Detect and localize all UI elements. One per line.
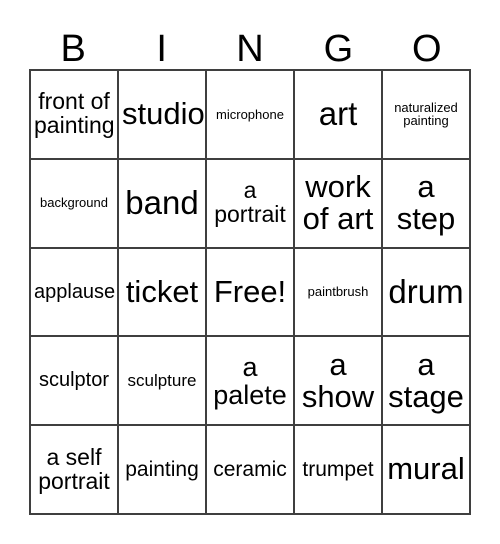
bingo-cell-label: studio [122, 96, 205, 132]
bingo-cell-label: naturalized painting [394, 99, 458, 129]
bingo-cell-label: band [125, 184, 199, 222]
bingo-cell-b5[interactable]: a self portrait [31, 426, 119, 515]
bingo-cell-i4[interactable]: sculpture [119, 337, 207, 427]
bingo-cell-g5[interactable]: trumpet [295, 426, 383, 515]
bingo-cell-n4[interactable]: a palete [207, 337, 295, 427]
bingo-cell-label: a stage [388, 346, 464, 414]
bingo-header-letter-i: I [156, 28, 167, 70]
bingo-free-space-label: Free! [213, 273, 287, 309]
bingo-cell-label: mural [387, 451, 465, 487]
bingo-cell-o2[interactable]: a step [383, 159, 471, 249]
bingo-cell-label: paintbrush [307, 284, 369, 300]
bingo-cell-g2[interactable]: work of art [295, 159, 383, 249]
bingo-cell-label: trumpet [302, 457, 374, 481]
bingo-cell-label: microphone [216, 106, 284, 122]
bingo-cell-label: sculptor [38, 369, 110, 392]
bingo-cell-b3[interactable]: applause [31, 248, 119, 338]
bingo-cell-o1[interactable]: naturalized painting [383, 71, 471, 160]
bingo-cell-b2[interactable]: background [31, 159, 119, 249]
bingo-card: B I N G O front of painting studio micro… [0, 0, 500, 544]
bingo-header-row: B I N G O [29, 18, 471, 68]
bingo-cell-i5[interactable]: painting [119, 426, 207, 515]
bingo-cell-i2[interactable]: band [119, 159, 207, 249]
bingo-cell-label: a show [301, 346, 375, 414]
bingo-cell-n5[interactable]: ceramic [207, 426, 295, 515]
bingo-cell-label: ticket [125, 273, 199, 309]
bingo-cell-g4[interactable]: a show [295, 337, 383, 427]
bingo-cell-label: background [40, 195, 108, 211]
bingo-cell-free-space[interactable]: Free! [207, 248, 295, 338]
bingo-cell-label: sculpture [127, 370, 197, 390]
bingo-header-letter-b: B [60, 28, 86, 70]
bingo-cell-label: a portrait [214, 177, 286, 228]
bingo-cell-o5[interactable]: mural [383, 426, 471, 515]
bingo-header-letter-n: N [236, 28, 264, 70]
bingo-cell-i3[interactable]: ticket [119, 248, 207, 338]
bingo-cell-o3[interactable]: drum [383, 248, 471, 338]
bingo-cell-g3[interactable]: paintbrush [295, 248, 383, 338]
bingo-cell-label: drum [388, 272, 464, 310]
bingo-cell-i1[interactable]: studio [119, 71, 207, 160]
bingo-cell-b4[interactable]: sculptor [31, 337, 119, 427]
bingo-cell-label: a palete [213, 351, 287, 410]
bingo-cell-b1[interactable]: front of painting [31, 71, 119, 160]
bingo-cell-label: painting [125, 457, 199, 481]
bingo-grid: front of painting studio microphone art … [29, 69, 471, 515]
bingo-cell-n1[interactable]: microphone [207, 71, 295, 160]
bingo-cell-g1[interactable]: art [295, 71, 383, 160]
bingo-cell-label: art [318, 95, 358, 133]
bingo-header-letter-g: G [323, 28, 354, 70]
bingo-cell-label: front of painting [34, 88, 115, 139]
bingo-cell-label: a self portrait [38, 443, 110, 494]
bingo-cell-label: applause [34, 280, 116, 303]
bingo-cell-label: a step [396, 168, 456, 237]
bingo-header-letter-o: O [412, 28, 442, 70]
bingo-cell-label: ceramic [213, 457, 287, 481]
bingo-cell-o4[interactable]: a stage [383, 337, 471, 427]
bingo-cell-label: work of art [302, 168, 374, 237]
bingo-cell-n2[interactable]: a portrait [207, 159, 295, 249]
